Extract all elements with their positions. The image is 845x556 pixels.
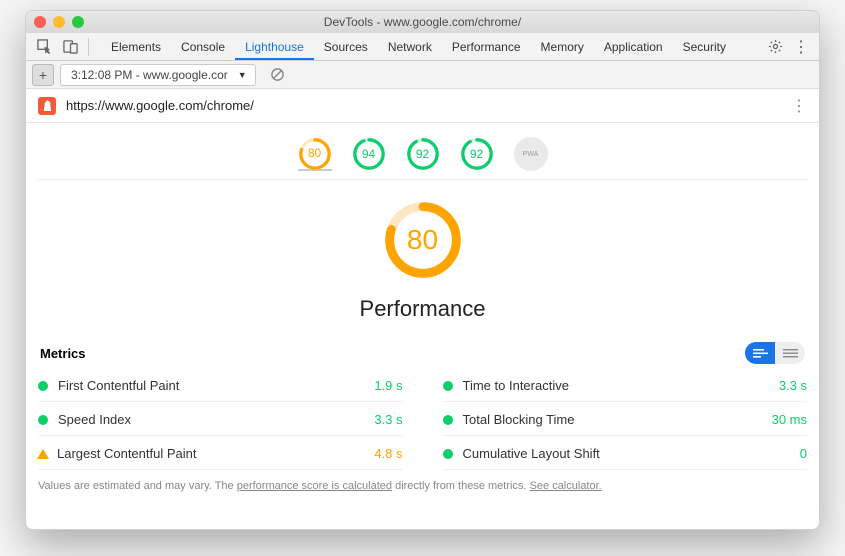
devtools-toolbar: ElementsConsoleLighthouseSourcesNetworkP… [26, 33, 819, 61]
metric-label: Total Blocking Time [463, 412, 772, 427]
performance-gauge: 80 Performance [38, 180, 807, 328]
clear-icon[interactable] [266, 63, 290, 87]
footnote-text: Values are estimated and may vary. The [38, 480, 237, 492]
secondary-toolbar: + 3:12:08 PM - www.google.cor ▼ [26, 61, 819, 89]
metric-row: First Contentful Paint1.9 s [38, 370, 403, 402]
pass-dot-icon [443, 381, 453, 391]
divider [88, 38, 89, 56]
device-toggle-icon[interactable] [58, 35, 82, 59]
page-url: https://www.google.com/chrome/ [66, 98, 781, 113]
tab-memory[interactable]: Memory [531, 34, 594, 60]
metric-value: 0 [800, 446, 807, 461]
category-gauge-0[interactable]: 80 [298, 137, 332, 171]
panel-tabs: ElementsConsoleLighthouseSourcesNetworkP… [95, 34, 736, 60]
metrics-heading: Metrics [40, 346, 86, 361]
titlebar: DevTools - www.google.com/chrome/ [26, 11, 819, 33]
report-selector[interactable]: 3:12:08 PM - www.google.cor ▼ [60, 64, 256, 86]
footnote-text: directly from these metrics. [392, 480, 530, 492]
pass-dot-icon [38, 415, 48, 425]
view-compact-button[interactable] [775, 342, 805, 364]
main-score-value: 80 [383, 200, 463, 280]
devtools-window: DevTools - www.google.com/chrome/ Elemen… [25, 10, 820, 530]
tab-sources[interactable]: Sources [314, 34, 378, 60]
category-title: Performance [38, 296, 807, 322]
metric-value: 3.3 s [779, 378, 807, 393]
more-menu-icon[interactable]: ⋮ [789, 35, 813, 59]
category-gauge-3[interactable]: 92 [460, 137, 494, 171]
window-title: DevTools - www.google.com/chrome/ [26, 15, 819, 29]
metric-row: Largest Contentful Paint4.8 s [38, 438, 403, 470]
tab-security[interactable]: Security [673, 34, 736, 60]
report-content: 80 94 92 92 PWA 80 Performance Metrics [26, 123, 819, 529]
pass-dot-icon [443, 415, 453, 425]
metric-label: Speed Index [58, 412, 374, 427]
lighthouse-badge-icon [38, 97, 56, 115]
main-score-ring: 80 [383, 200, 463, 280]
metrics-view-toggle [745, 342, 805, 364]
metric-label: Time to Interactive [463, 378, 779, 393]
pass-dot-icon [38, 381, 48, 391]
settings-gear-icon[interactable] [763, 35, 787, 59]
metric-value: 1.9 s [374, 378, 402, 393]
tab-performance[interactable]: Performance [442, 34, 531, 60]
url-bar: https://www.google.com/chrome/ ⋮ [26, 89, 819, 123]
category-gauge-2[interactable]: 92 [406, 137, 440, 171]
metric-row: Speed Index3.3 s [38, 404, 403, 436]
metric-value: 30 ms [772, 412, 807, 427]
tab-lighthouse[interactable]: Lighthouse [235, 34, 314, 60]
metric-label: Largest Contentful Paint [57, 446, 374, 461]
metric-value: 4.8 s [374, 446, 402, 461]
element-picker-icon[interactable] [32, 35, 56, 59]
metric-row: Cumulative Layout Shift0 [443, 438, 808, 470]
footnote-seecalc-link[interactable]: See calculator. [530, 480, 602, 492]
metric-row: Time to Interactive3.3 s [443, 370, 808, 402]
tab-console[interactable]: Console [171, 34, 235, 60]
category-gauge-1[interactable]: 94 [352, 137, 386, 171]
tab-elements[interactable]: Elements [101, 34, 171, 60]
url-more-icon[interactable]: ⋮ [791, 96, 807, 116]
metric-value: 3.3 s [374, 412, 402, 427]
tab-network[interactable]: Network [378, 34, 442, 60]
new-report-button[interactable]: + [32, 64, 54, 86]
metrics-footnote: Values are estimated and may vary. The p… [38, 470, 807, 498]
pwa-chip[interactable]: PWA [514, 137, 548, 171]
metric-row: Total Blocking Time30 ms [443, 404, 808, 436]
metrics-section: Metrics First Contentful Paint1.9 s Time … [38, 328, 807, 498]
metric-label: First Contentful Paint [58, 378, 374, 393]
pass-dot-icon [443, 449, 453, 459]
view-expanded-button[interactable] [745, 342, 775, 364]
metric-label: Cumulative Layout Shift [463, 446, 800, 461]
chevron-down-icon: ▼ [238, 70, 247, 80]
report-selector-label: 3:12:08 PM - www.google.cor [71, 68, 228, 82]
warning-triangle-icon [37, 449, 49, 459]
footnote-calc-link[interactable]: performance score is calculated [237, 480, 392, 492]
metrics-grid: First Contentful Paint1.9 s Time to Inter… [38, 370, 807, 470]
tab-application[interactable]: Application [594, 34, 673, 60]
score-strip: 80 94 92 92 PWA [38, 123, 807, 180]
